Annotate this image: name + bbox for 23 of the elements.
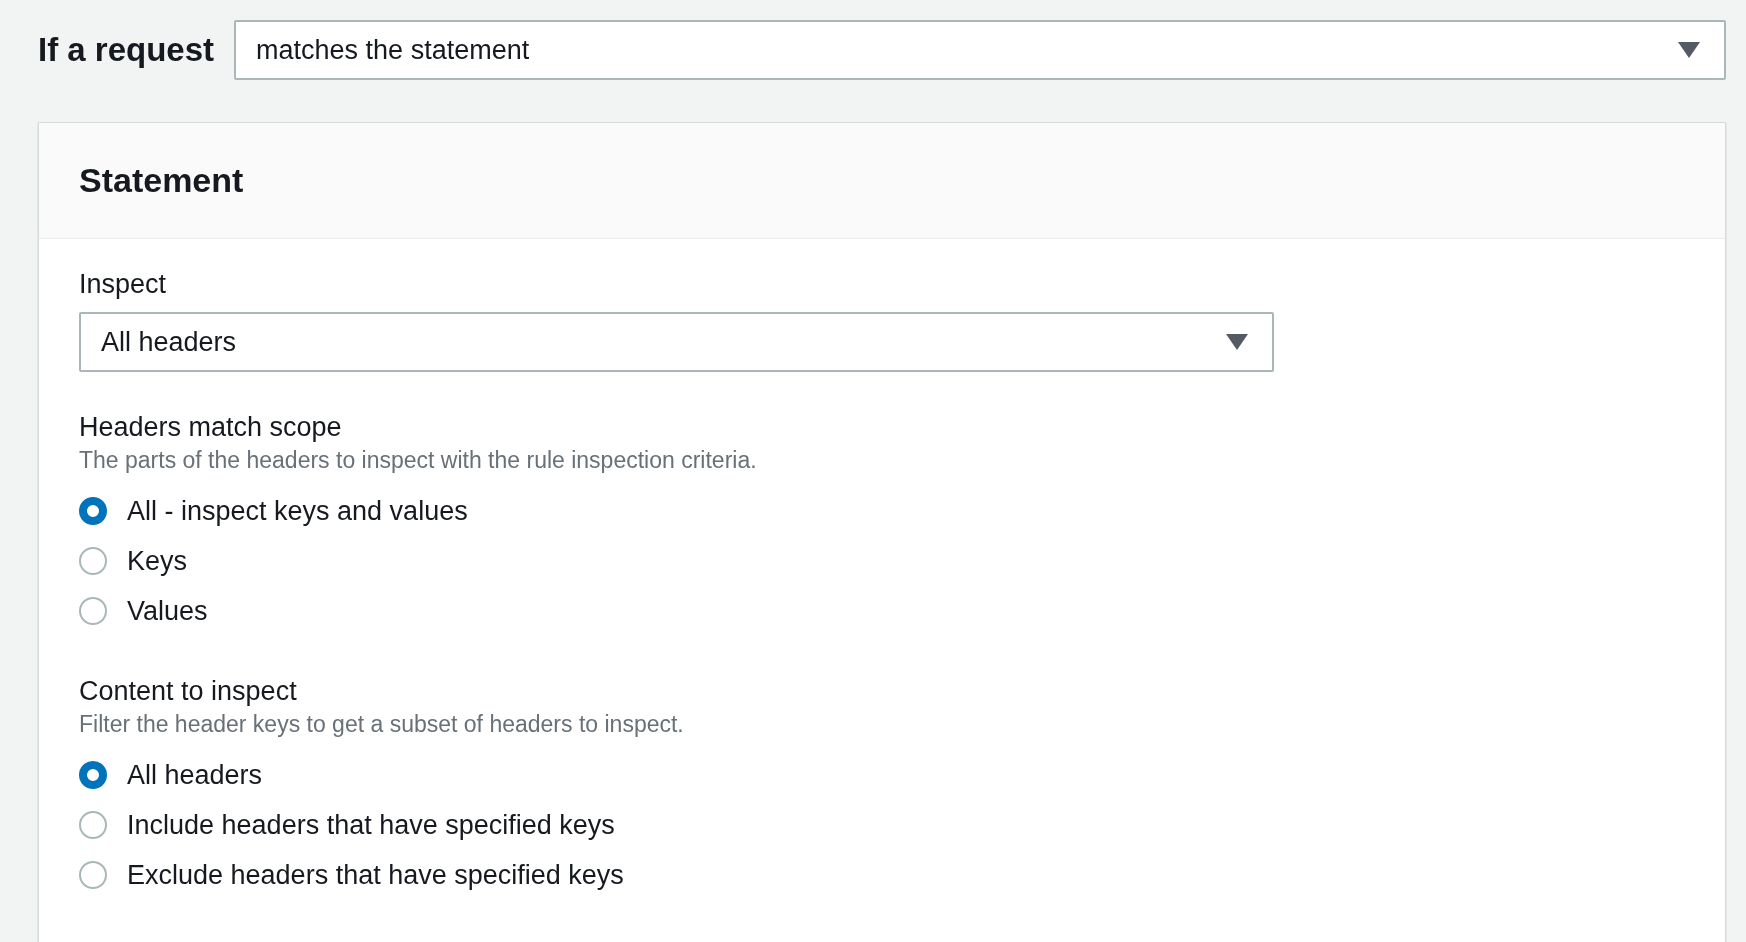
field-description: The parts of the headers to inspect with the rule inspection criteria. (79, 447, 758, 474)
radio-option[interactable]: Values (79, 586, 1685, 636)
field-label: Headers match scope (79, 412, 343, 443)
caret-icon (1678, 42, 1700, 58)
radio-option[interactable]: All - inspect keys and values (79, 486, 1685, 536)
condition-label: If a request (38, 31, 215, 69)
radio-button[interactable] (79, 497, 107, 525)
condition-dropdown[interactable]: matches the statement (234, 20, 1726, 80)
radio-button[interactable] (79, 761, 107, 789)
radio-option[interactable]: Keys (79, 536, 1685, 586)
radio-button[interactable] (79, 547, 107, 575)
inspect-dropdown[interactable]: All headers (79, 312, 1274, 372)
radio-option[interactable]: Include headers that have specified keys (79, 800, 1685, 850)
radio-button[interactable] (79, 811, 107, 839)
radio-option[interactable]: All headers (79, 750, 1685, 800)
radio-option[interactable]: Exclude headers that have specified keys (79, 850, 1685, 900)
field-label: Inspect (79, 269, 168, 300)
field-description: Filter the header keys to get a subset of headers to inspect. (79, 711, 685, 738)
field-label: Content to inspect (79, 676, 298, 707)
radio-button[interactable] (79, 861, 107, 889)
radio-button[interactable] (79, 597, 107, 625)
caret-icon (1226, 334, 1248, 350)
panel-title: Statement (79, 161, 244, 200)
